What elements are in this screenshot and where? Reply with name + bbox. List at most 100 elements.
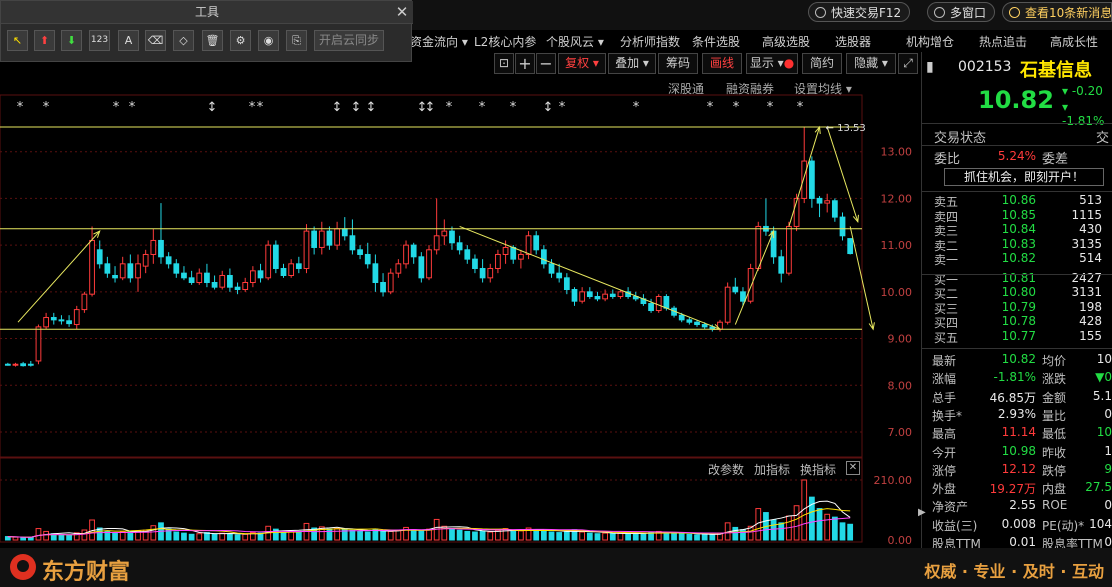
screenshot-icon[interactable]: ⎘ xyxy=(286,30,307,51)
volume-bar xyxy=(150,525,157,541)
gear-icon[interactable]: ⚙ xyxy=(230,30,251,51)
candle-body xyxy=(280,267,287,276)
menu-item-analyst[interactable]: 分析师指数 xyxy=(620,33,680,50)
arrow-down-icon[interactable]: ⬇ xyxy=(61,30,82,51)
candle-body xyxy=(410,244,417,258)
order-book-price[interactable]: 10.81 xyxy=(982,271,1036,285)
candle-body xyxy=(104,263,111,274)
candle-body xyxy=(755,225,762,269)
eye-icon[interactable]: ◉ xyxy=(258,30,279,51)
watchlist-icon[interactable]: ▮ xyxy=(926,59,934,75)
stat-label: 最低 xyxy=(1042,427,1067,442)
menu-item-l2[interactable]: L2核心内参 xyxy=(474,33,536,50)
menu-item-condition[interactable]: 条件选股 xyxy=(692,33,740,50)
display-dropdown[interactable]: 显示 ▾● xyxy=(746,53,798,74)
candle-body xyxy=(127,263,134,279)
order-book-price[interactable]: 10.84 xyxy=(982,222,1036,236)
number-label-icon[interactable]: 123 xyxy=(89,30,110,51)
volume-bar xyxy=(464,530,471,541)
eraser-icon[interactable]: ⌫ xyxy=(145,30,166,51)
text-label-icon[interactable]: A xyxy=(118,30,139,51)
order-book-price[interactable]: 10.86 xyxy=(982,193,1036,207)
quick-trade-button[interactable]: 快速交易F12 xyxy=(808,2,911,22)
add-indicator-link[interactable]: 加指标 xyxy=(754,461,790,478)
eraser-all-icon[interactable]: ◇ xyxy=(173,30,194,51)
menu-item-hotspot[interactable]: 热点追击 xyxy=(979,33,1027,50)
order-book-price[interactable]: 10.83 xyxy=(982,237,1036,251)
multi-window-button[interactable]: 多窗口 xyxy=(927,2,996,22)
order-book-price[interactable]: 10.85 xyxy=(982,208,1036,222)
order-book-price[interactable]: 10.82 xyxy=(982,251,1036,265)
menu-item-capital-flow[interactable]: 资金流向 ▾ xyxy=(410,33,468,50)
volume-bar xyxy=(609,533,616,541)
order-book-price[interactable]: 10.77 xyxy=(982,329,1036,343)
price-change: ▾ -0.20 xyxy=(1062,84,1103,98)
volume-bar xyxy=(847,523,854,541)
stat-value: 0.01 xyxy=(1009,535,1036,549)
stat-label: 昨收 xyxy=(1042,445,1067,460)
arrow-up-icon[interactable]: ⬆ xyxy=(34,30,55,51)
change-param-link[interactable]: 改参数 xyxy=(708,461,744,478)
menu-item-stock-news[interactable]: 个股风云 ▾ xyxy=(546,33,604,50)
order-book-price[interactable]: 10.78 xyxy=(982,314,1036,328)
hide-dropdown[interactable]: 隐藏 ▾ xyxy=(846,53,896,74)
volume-bar xyxy=(326,528,333,541)
event-marker: * xyxy=(479,100,486,115)
divider xyxy=(922,145,1112,146)
cloud-sync-button[interactable]: 开启云同步 xyxy=(314,30,384,51)
stat-value: 2.93% xyxy=(997,406,1036,421)
volume-bar xyxy=(181,532,187,541)
switch-indicator-link[interactable]: 换指标 xyxy=(800,461,836,478)
trash-icon[interactable]: 🗑 xyxy=(202,30,223,51)
divider xyxy=(922,348,1112,349)
volume-bar xyxy=(334,528,340,541)
candle-body xyxy=(12,363,19,366)
cursor-icon[interactable]: ↖ xyxy=(7,30,28,51)
menu-item-advanced[interactable]: 高级选股 xyxy=(762,33,810,50)
candle-body xyxy=(204,272,210,284)
brand-slogan: 权威 · 专业 · 及时 · 互动 xyxy=(924,562,1104,581)
draw-line-button[interactable]: 画线 xyxy=(702,53,742,74)
candle-body xyxy=(372,263,379,284)
lock-icon[interactable]: ⊡ xyxy=(494,53,514,74)
order-book-volume: 430 xyxy=(1079,222,1102,236)
menu-item-institution[interactable]: 机构增仓 xyxy=(906,33,954,50)
zoom-in-icon[interactable]: + xyxy=(515,53,535,74)
order-book-price[interactable]: 10.79 xyxy=(982,300,1036,314)
candle-body xyxy=(510,246,517,260)
volume-bar xyxy=(625,533,631,541)
menu-item-growth[interactable]: 高成长性 xyxy=(1050,33,1098,50)
candle-body xyxy=(548,263,555,274)
candle-body xyxy=(89,239,95,295)
zoom-out-icon[interactable]: − xyxy=(536,53,556,74)
candle-body xyxy=(747,267,754,302)
weibi-value: 5.24% xyxy=(997,149,1036,163)
bottom-brand-bar: 东方财富 权威 · 专业 · 及时 · 互动 xyxy=(0,548,1112,587)
candle-body xyxy=(288,263,295,276)
volume-bar xyxy=(770,519,777,541)
tool-panel-close-icon[interactable]: ✕ xyxy=(393,2,411,22)
stat-value: 19.27万 xyxy=(989,482,1036,497)
candle-body xyxy=(219,274,226,288)
margin-link[interactable]: 融资融券 xyxy=(726,80,774,97)
overlay-dropdown[interactable]: 叠加 ▾ xyxy=(608,53,656,74)
candle-body xyxy=(579,291,586,302)
fullscreen-icon[interactable]: ⤢ xyxy=(898,53,918,74)
sh-hk-link[interactable]: 深股通 xyxy=(668,80,704,97)
ma-setting-link[interactable]: 设置均线 ▾ xyxy=(794,80,852,97)
menu-item-screener[interactable]: 选股器 xyxy=(835,33,871,50)
chips-button[interactable]: 筹码 xyxy=(658,53,698,74)
simple-button[interactable]: 简约 xyxy=(802,53,842,74)
panel-toggle-icon[interactable]: ▶ xyxy=(918,507,926,518)
news-button[interactable]: 查看10条新消息 xyxy=(1002,2,1112,22)
fuquan-dropdown[interactable]: 复权 ▾ xyxy=(558,53,606,74)
candle-body xyxy=(809,160,815,199)
candle-body xyxy=(418,256,425,279)
open-account-promo[interactable]: 抓住机会，即刻开户！ xyxy=(944,168,1104,186)
close-icon[interactable]: ✕ xyxy=(846,461,860,475)
trend-arrow-line xyxy=(459,225,721,330)
order-book-price[interactable]: 10.80 xyxy=(982,285,1036,299)
volume-bar xyxy=(548,531,555,541)
price-tick-label: 10.00 xyxy=(881,286,913,299)
stat-value: 11.14 xyxy=(1001,425,1036,440)
